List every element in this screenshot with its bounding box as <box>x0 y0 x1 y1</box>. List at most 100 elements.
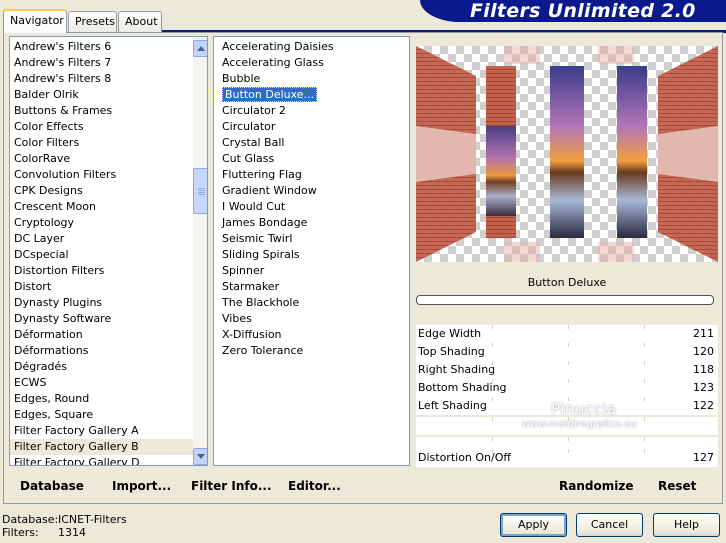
category-item[interactable]: Filter Factory Gallery B <box>10 439 193 455</box>
param-label: Distortion On/Off <box>418 451 511 464</box>
help-button[interactable]: Help <box>653 513 720 537</box>
filter-item[interactable]: Circulator <box>218 119 408 135</box>
scroll-down-button[interactable] <box>193 448 207 465</box>
filter-item-label: The Blackhole <box>222 296 300 309</box>
cancel-button[interactable]: Cancel <box>576 513 643 537</box>
database-link[interactable]: Database <box>20 479 84 493</box>
filter-item[interactable]: Bubble <box>218 71 408 87</box>
filter-item-label: Vibes <box>222 312 252 325</box>
category-item[interactable]: Color Effects <box>10 119 193 135</box>
randomize-link[interactable]: Randomize <box>559 479 633 493</box>
param-label: Right Shading <box>418 363 496 376</box>
category-item[interactable]: Balder Olrik <box>10 87 193 103</box>
filter-item-label: Accelerating Daisies <box>222 40 334 53</box>
param-label: Top Shading <box>418 345 485 358</box>
filter-item[interactable]: Sliding Spirals <box>218 247 408 263</box>
category-item[interactable]: Dynasty Software <box>10 311 193 327</box>
filter-item[interactable]: The Blackhole <box>218 295 408 311</box>
apply-button[interactable]: Apply <box>500 513 567 537</box>
category-item[interactable]: Andrew's Filters 8 <box>10 71 193 87</box>
filter-item[interactable]: Accelerating Glass <box>218 55 408 71</box>
param-label: Bottom Shading <box>418 381 507 394</box>
category-item[interactable]: Filter Factory Gallery A <box>10 423 193 439</box>
category-item[interactable]: Distort <box>10 279 193 295</box>
category-item[interactable]: Distortion Filters <box>10 263 193 279</box>
filter-item[interactable]: Spinner <box>218 263 408 279</box>
filter-item[interactable]: Circulator 2 <box>218 103 408 119</box>
category-item[interactable]: ECWS <box>10 375 193 391</box>
navigator-panel: Andrew's Filters 6 Andrew's Filters 7 Andr… <box>3 32 723 504</box>
tab-navigator[interactable]: Navigator <box>3 9 67 33</box>
filter-info-link[interactable]: Filter Info... <box>191 479 272 493</box>
category-item[interactable]: Filter Factory Gallery D <box>10 455 193 465</box>
category-item[interactable]: Dynasty Plugins <box>10 295 193 311</box>
slider-tick <box>568 343 569 347</box>
category-item[interactable]: Déformations <box>10 343 193 359</box>
filter-item[interactable]: Crystal Ball <box>218 135 408 151</box>
category-item[interactable]: ColorRave <box>10 151 193 167</box>
slider-tick <box>492 343 493 347</box>
editor-link[interactable]: Editor... <box>288 479 341 493</box>
filter-item[interactable]: Starmaker <box>218 279 408 295</box>
param-row[interactable]: Right Shading 118 <box>416 361 718 379</box>
filters-unlimited-window: Filters Unlimited 2.0 Andrew's Filters 6… <box>0 0 726 543</box>
filter-item[interactable]: Accelerating Daisies <box>218 39 408 55</box>
filter-item-label: Accelerating Glass <box>222 56 324 69</box>
filters-label: Filters: <box>2 526 39 539</box>
filter-item[interactable]: Button Deluxe... <box>218 87 408 103</box>
slider-tick <box>644 437 645 441</box>
tab-about[interactable]: About <box>118 11 162 32</box>
filter-item[interactable]: James Bondage <box>218 215 408 231</box>
filter-item[interactable]: Vibes <box>218 311 408 327</box>
category-item[interactable]: Dégradés <box>10 359 193 375</box>
slider-tick <box>644 343 645 347</box>
param-label: Left Shading <box>418 399 487 412</box>
slider-tick <box>568 361 569 365</box>
category-item[interactable]: Andrew's Filters 6 <box>10 39 193 55</box>
filter-item-label: Seismic Twirl <box>222 232 293 245</box>
filter-item[interactable]: Cut Glass <box>218 151 408 167</box>
reset-link[interactable]: Reset <box>658 479 696 493</box>
category-item[interactable]: Buttons & Frames <box>10 103 193 119</box>
scroll-thumb[interactable] <box>193 168 207 214</box>
category-item[interactable]: Crescent Moon <box>10 199 193 215</box>
param-value: 118 <box>693 363 714 376</box>
param-row[interactable]: Edge Width 211 <box>416 325 718 343</box>
category-item[interactable]: Déformation <box>10 327 193 343</box>
category-item[interactable]: Cryptology <box>10 215 193 231</box>
database-label: Database: <box>2 513 59 526</box>
filter-item-label: Zero Tolerance <box>222 344 304 357</box>
param-row[interactable]: Bottom Shading 123 <box>416 379 718 397</box>
tab-presets[interactable]: Presets <box>68 11 117 32</box>
filter-list[interactable]: Accelerating Daisies Accelerating Glass Bu… <box>213 36 410 466</box>
filter-item[interactable]: Seismic Twirl <box>218 231 408 247</box>
category-scrollbar[interactable] <box>193 37 207 465</box>
import-link[interactable]: Import... <box>112 479 171 493</box>
filter-item[interactable]: Gradient Window <box>218 183 408 199</box>
filter-item[interactable]: X-Diffusion <box>218 327 408 343</box>
category-item[interactable]: DC Layer <box>10 231 193 247</box>
category-item[interactable]: DCspecial <box>10 247 193 263</box>
category-list[interactable]: Andrew's Filters 6 Andrew's Filters 7 Andr… <box>9 36 208 466</box>
database-value: ICNET-Filters <box>58 513 127 526</box>
slider-tick <box>644 417 645 421</box>
slider-tick <box>492 397 493 401</box>
param-row[interactable]: Distortion On/Off 127 <box>416 449 718 467</box>
filter-item[interactable]: Fluttering Flag <box>218 167 408 183</box>
category-item[interactable]: Andrew's Filters 7 <box>10 55 193 71</box>
slider-tick <box>644 449 645 453</box>
slider-tick <box>644 379 645 383</box>
param-row[interactable]: Top Shading 120 <box>416 343 718 361</box>
category-item[interactable]: CPK Designs <box>10 183 193 199</box>
category-item[interactable]: Color Filters <box>10 135 193 151</box>
slider-tick <box>644 325 645 329</box>
category-item[interactable]: Convolution Filters <box>10 167 193 183</box>
scroll-up-button[interactable] <box>193 40 207 57</box>
selected-filter-name: Button Deluxe <box>416 271 718 294</box>
filter-item[interactable]: Zero Tolerance <box>218 343 408 359</box>
slider-tick <box>568 379 569 383</box>
category-item[interactable]: Edges, Round <box>10 391 193 407</box>
filter-item[interactable]: I Would Cut <box>218 199 408 215</box>
filter-item-label: Bubble <box>222 72 261 85</box>
category-item[interactable]: Edges, Square <box>10 407 193 423</box>
